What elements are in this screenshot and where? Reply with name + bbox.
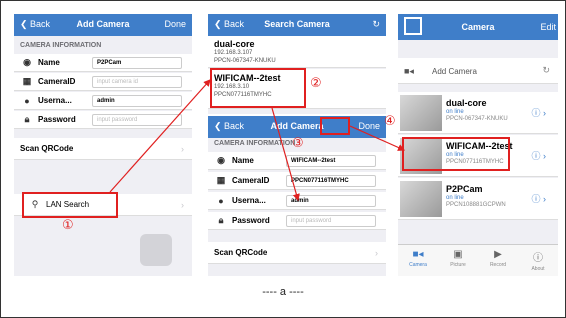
arrow-done-to-list [349, 125, 406, 151]
arrow-lan-to-search [109, 79, 211, 193]
flow-arrows [109, 79, 406, 202]
figure-caption: ---- a ---- [262, 286, 304, 298]
arrow-search-to-add [271, 107, 300, 202]
